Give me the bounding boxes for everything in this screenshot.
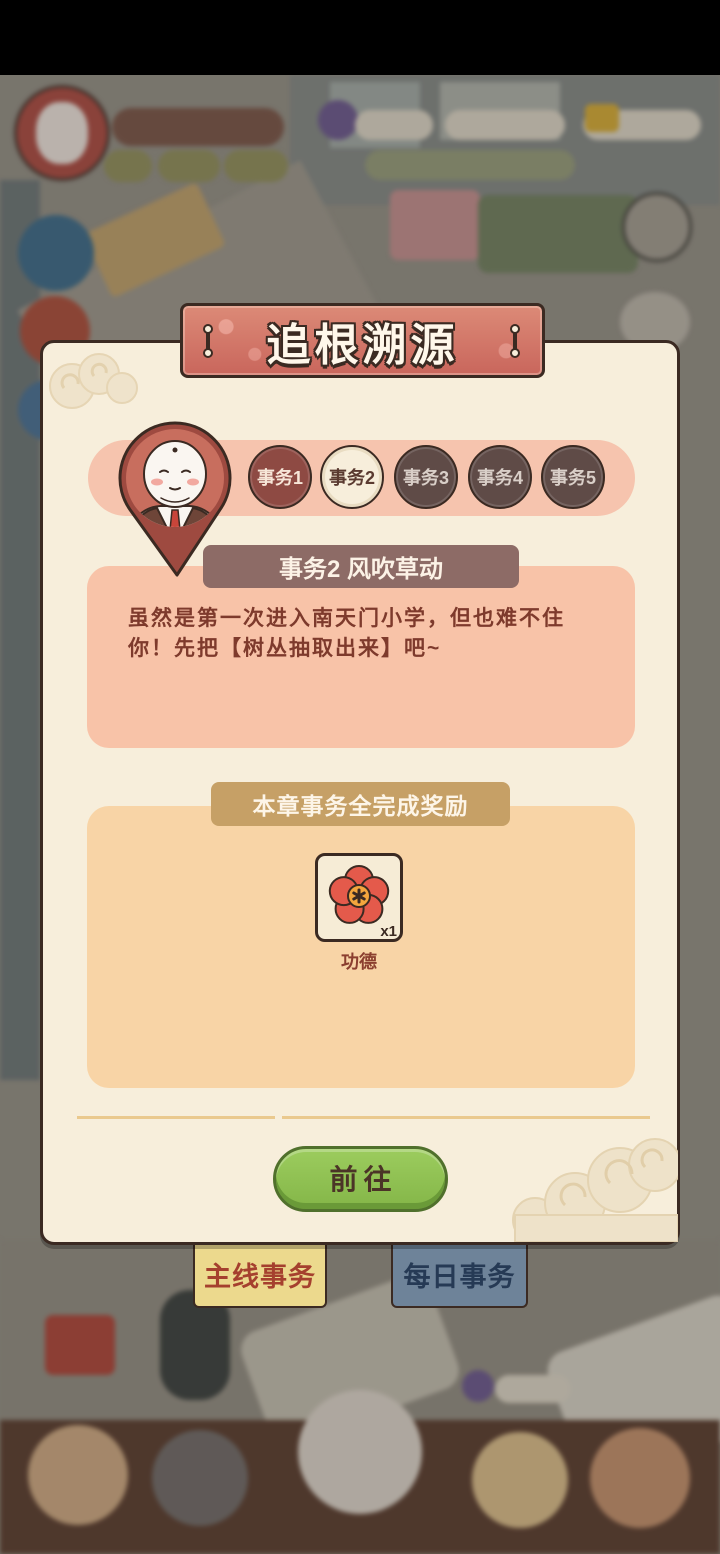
npc-avatar: [118, 421, 232, 577]
tab-task-4[interactable]: 事务4: [468, 445, 532, 509]
reward-item[interactable]: x1: [315, 853, 403, 942]
tab-daily-tasks[interactable]: 每日事务: [391, 1238, 528, 1308]
dialog-title-banner: 追根溯源: [180, 303, 545, 378]
tab-task-1-label: 事务1: [256, 468, 303, 488]
tab-task-5[interactable]: 事务5: [541, 445, 605, 509]
task-description-line: 你！先把【树丛抽取出来】吧~: [128, 637, 442, 660]
reward-quantity: x1: [380, 923, 397, 940]
pin-right-icon: [510, 324, 520, 358]
tab-main-tasks-label: 主线事务: [204, 1262, 316, 1292]
tab-task-2[interactable]: 事务2: [320, 445, 384, 509]
divider: [282, 1116, 650, 1119]
divider: [77, 1116, 275, 1119]
reward-box: [87, 806, 635, 1088]
tab-daily-tasks-label: 每日事务: [403, 1262, 516, 1292]
task-description: 虽然是第一次进入南天门小学，但也难不住 你！先把【树丛抽取出来】吧~: [128, 604, 608, 664]
tab-task-2-label: 事务2: [328, 468, 375, 488]
pin-left-icon: [203, 324, 213, 358]
dialog-title: 追根溯源: [266, 320, 459, 370]
cloud-decoration-icon: [49, 353, 138, 409]
reward-item-name: 功德: [341, 952, 377, 972]
cloud-decoration-icon: [512, 1138, 678, 1242]
tab-main-tasks[interactable]: 主线事务: [193, 1238, 327, 1308]
status-bar: [0, 0, 720, 75]
tab-task-5-label: 事务5: [549, 468, 596, 488]
tab-task-3[interactable]: 事务3: [394, 445, 458, 509]
task-heading: 事务2 风吹草动: [203, 545, 519, 588]
task-description-line: 虽然是第一次进入南天门小学，但也难不住: [128, 607, 565, 630]
go-button[interactable]: 前往: [273, 1146, 448, 1212]
tab-task-3-label: 事务3: [402, 468, 449, 488]
go-button-label: 前往: [329, 1163, 398, 1195]
tab-task-4-label: 事务4: [476, 468, 523, 488]
merit-flower-icon: [328, 865, 390, 924]
reward-heading: 本章事务全完成奖励: [211, 782, 510, 826]
tab-task-1[interactable]: 事务1: [248, 445, 312, 509]
